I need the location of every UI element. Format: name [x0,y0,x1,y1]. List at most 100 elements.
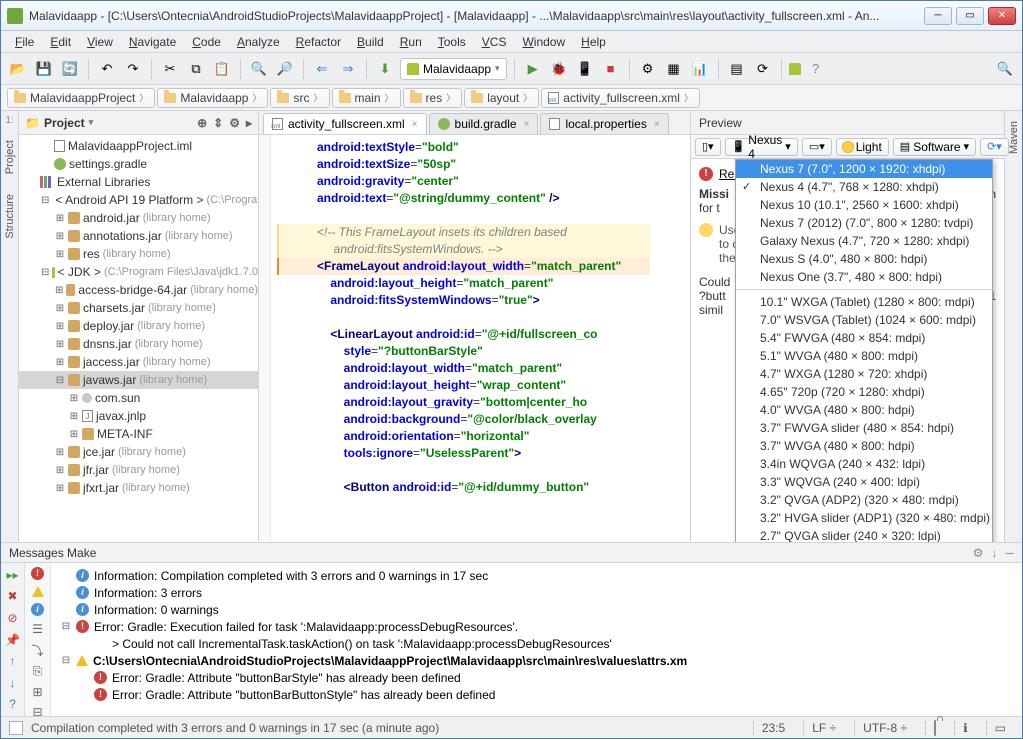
filter-warning-icon[interactable] [32,586,44,597]
device-option[interactable]: 3.7" FWVGA slider (480 × 854: hdpi) [736,419,992,437]
undo-icon[interactable]: ↶ [96,58,118,80]
tree-row[interactable]: ⊞jfr.jar (library home) [19,461,258,479]
message-row[interactable]: iInformation: 0 warnings [57,601,1016,618]
crumb-4[interactable]: res〉 [403,88,463,108]
tree-row[interactable]: ⊞dnsns.jar (library home) [19,335,258,353]
hide-icon[interactable]: ─ [1005,546,1014,560]
gear-icon[interactable]: ⚙ [229,116,240,130]
tree-row[interactable]: ⊞res (library home) [19,245,258,263]
memory-icon[interactable]: ▭ [986,721,1014,735]
editor-tab[interactable]: local.properties× [540,113,668,134]
filter-error-icon[interactable]: ! [31,567,44,580]
maven-tool-tab[interactable]: Maven [1006,115,1022,160]
editor-tab[interactable]: activity_fullscreen.xml× [263,113,427,134]
rerun-icon[interactable]: ▸▸ [5,567,21,583]
insert-icon[interactable]: ℹ [954,721,976,735]
tree-row[interactable]: ⊞Jjavax.jnlp [19,407,258,425]
device-option[interactable]: Nexus One (3.7", 480 × 800: hdpi) [736,268,992,286]
crumb-0[interactable]: MalavidaappProject〉 [7,88,155,108]
message-row[interactable]: ⊟!Error: Gradle: Execution failed for ta… [57,618,1016,635]
sync-icon[interactable]: 🔄 [59,58,81,80]
tree-row[interactable]: ⊞jaccess.jar (library home) [19,353,258,371]
redo-icon[interactable]: ↷ [122,58,144,80]
device-option[interactable]: 3.7" WVGA (480 × 800: hdpi) [736,437,992,455]
device-option[interactable]: 4.65" 720p (720 × 1280: xhdpi) [736,383,992,401]
tree-row[interactable]: MalavidaappProject.iml [19,137,258,155]
messages-tree[interactable]: iInformation: Compilation completed with… [51,563,1022,716]
editor-tab[interactable]: build.gradle× [429,113,539,134]
theme-selector[interactable]: Light [836,138,889,156]
gear-icon[interactable]: ⚙ [973,546,984,560]
device-option[interactable]: 2.7" QVGA slider (240 × 320: ldpi) [736,527,992,542]
sync2-icon[interactable]: ⟳ [752,58,774,80]
menu-code[interactable]: Code [184,33,229,51]
copy-icon[interactable]: ⧉ [185,58,207,80]
make-icon[interactable]: ⬇ [374,58,396,80]
scroll-from-icon[interactable]: ⊕ [197,116,207,130]
device-option[interactable]: 3.2" QVGA (ADP2) (320 × 480: mdpi) [736,491,992,509]
crumb-1[interactable]: Malavidaapp〉 [157,88,268,108]
crumb-5[interactable]: layout〉 [464,88,539,108]
close-tab-icon[interactable]: × [654,119,660,130]
stop-icon[interactable]: ✖ [5,589,21,605]
replace-icon[interactable]: 🔎 [274,58,296,80]
menu-run[interactable]: Run [392,33,430,51]
caret-position[interactable]: 23:5 [753,721,793,735]
menu-navigate[interactable]: Navigate [121,33,184,51]
structure-tool-tab[interactable]: Structure [2,188,18,245]
menu-vcs[interactable]: VCS [474,33,515,51]
orientation-button[interactable]: ▭▾ [802,138,832,156]
device-selector[interactable]: 📱Nexus 4▾ [725,138,798,156]
device-option[interactable]: Nexus 7 (2012) (7.0", 800 × 1280: tvdpi) [736,214,992,232]
device-option[interactable]: 3.4in WQVGA (240 × 432: ldpi) [736,455,992,473]
line-ending[interactable]: LF ÷ [803,721,844,735]
device-option[interactable]: Galaxy Nexus (4.7", 720 × 1280: xhdpi) [736,232,992,250]
refresh-button[interactable]: ⟳▾ [980,138,1009,156]
expand-icon[interactable]: ⊞ [30,685,46,699]
tree-row[interactable]: ⊞jfxrt.jar (library home) [19,479,258,497]
avd-icon[interactable]: ⚙ [637,58,659,80]
tree-row[interactable]: ⊟< Android API 19 Platform > (C:\Program [19,191,258,209]
encoding[interactable]: UTF-8 ÷ [854,721,915,735]
message-row[interactable]: iInformation: Compilation completed with… [57,567,1016,584]
cut-icon[interactable]: ✂ [159,58,181,80]
menu-tools[interactable]: Tools [430,33,474,51]
run-icon[interactable]: ▶ [522,58,544,80]
run-config-selector[interactable]: Malavidaapp ▾ [400,58,507,80]
attach-icon[interactable]: 📱 [574,58,596,80]
menu-edit[interactable]: Edit [42,33,79,51]
message-row[interactable]: iInformation: 3 errors [57,584,1016,601]
project-tree[interactable]: MalavidaappProject.imlsettings.gradleExt… [19,135,258,542]
code-view[interactable]: android:textStyle="bold" android:textSiz… [277,135,690,542]
menu-file[interactable]: File [7,33,42,51]
collapse-icon[interactable]: ⊟ [30,705,46,716]
monitor-icon[interactable]: 📊 [689,58,711,80]
device-option[interactable]: 4.7" WXGA (1280 × 720: xhdpi) [736,365,992,383]
device-option[interactable]: 7.0" WSVGA (Tablet) (1024 × 600: mdpi) [736,311,992,329]
minimize-icon[interactable]: ↓ [991,546,997,560]
device-option[interactable]: Nexus 4 (4.7", 768 × 1280: xhdpi) [736,178,992,196]
tree-row[interactable]: ⊞annotations.jar (library home) [19,227,258,245]
message-row[interactable]: !Error: Gradle: Attribute "buttonBarStyl… [57,669,1016,686]
paste-icon[interactable]: 📋 [211,58,233,80]
device-option[interactable]: Nexus 10 (10.1", 2560 × 1600: xhdpi) [736,196,992,214]
menu-refactor[interactable]: Refactor [288,33,349,51]
message-row[interactable]: ⊟C:\Users\Ontecnia\AndroidStudioProjects… [57,652,1016,669]
device-option[interactable]: 3.2" HVGA slider (ADP1) (320 × 480: mdpi… [736,509,992,527]
device-option[interactable]: Nexus 7 (7.0", 1200 × 1920: xhdpi) [736,160,992,178]
crumb-3[interactable]: main〉 [332,88,401,108]
menu-build[interactable]: Build [349,33,392,51]
crumb-2[interactable]: src〉 [270,88,329,108]
device-option[interactable]: 4.0" WVGA (480 × 800: hdpi) [736,401,992,419]
tree-row[interactable]: ⊞META-INF [19,425,258,443]
forward-icon[interactable]: ⇒ [337,58,359,80]
tree-row[interactable]: ⊞com.sun [19,389,258,407]
close-button[interactable]: ✕ [988,7,1016,25]
device-option[interactable]: 5.4" FWVGA (480 × 854: mdpi) [736,329,992,347]
tree-row[interactable]: ⊟javaws.jar (library home) [19,371,258,389]
tree-row[interactable]: External Libraries [19,173,258,191]
minimize-button[interactable]: ─ [924,7,952,25]
device-option[interactable]: 3.3" WQVGA (240 × 400: ldpi) [736,473,992,491]
tree-row[interactable]: ⊞charsets.jar (library home) [19,299,258,317]
hide-icon[interactable]: ▸ [246,116,252,130]
